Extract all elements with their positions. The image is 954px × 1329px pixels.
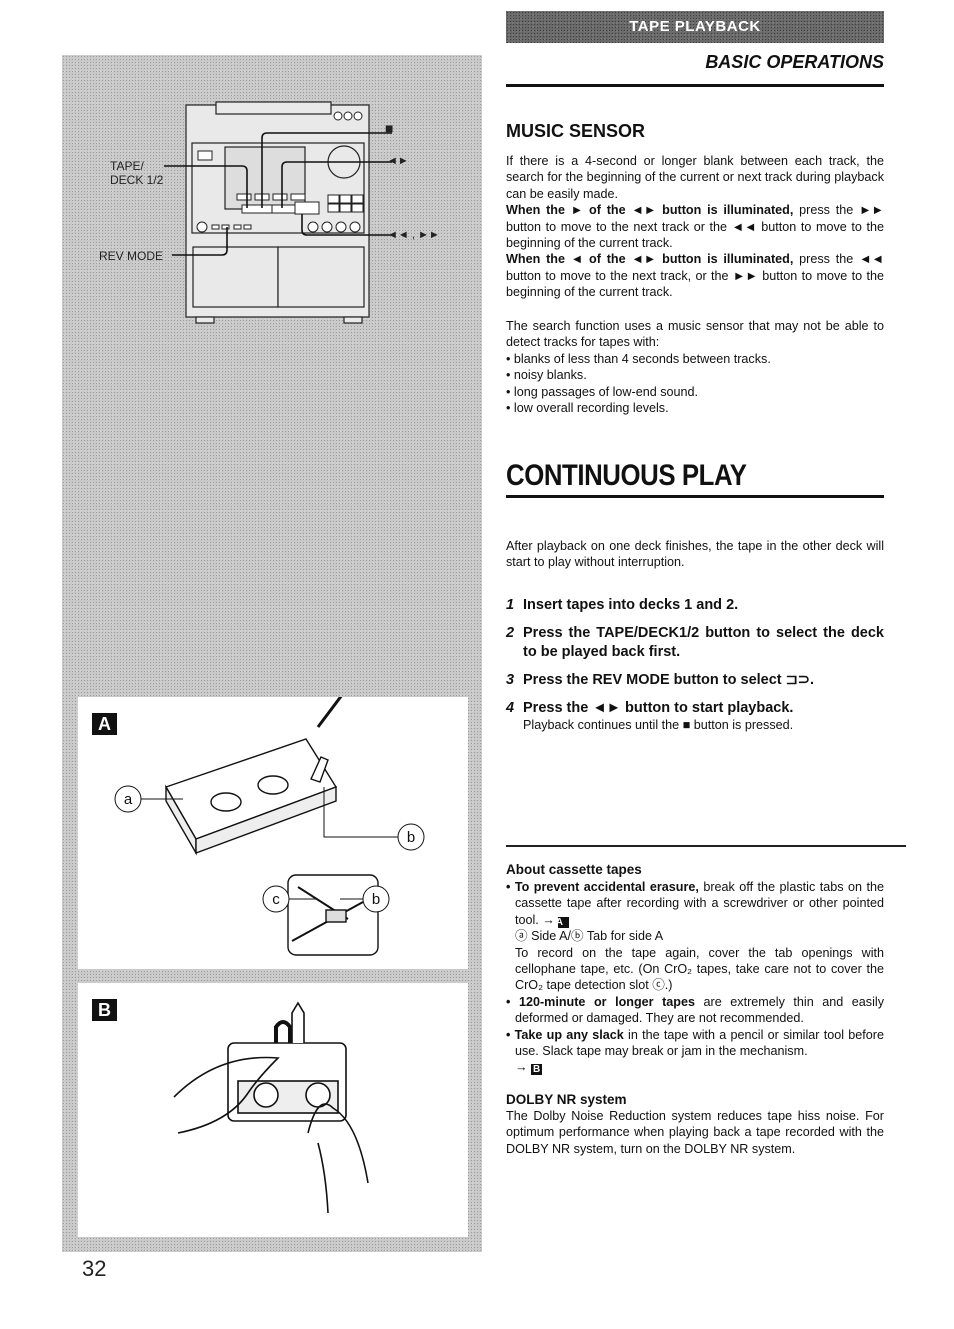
notes-divider — [506, 845, 906, 847]
page-number: 32 — [82, 1256, 107, 1281]
continuous-play-heading: CONTINUOUS PLAY — [506, 459, 747, 492]
tape-note-slack: • Take up any slack in the tape with a p… — [506, 1027, 884, 1060]
rev-mode-label: REV MODE — [99, 249, 164, 263]
erasure-bold: • To prevent accidental erasure, — [506, 880, 699, 894]
step-4-note: Playback continues until the ■ button is… — [523, 718, 794, 732]
continuous-play-rule — [506, 495, 884, 498]
step-text: Press the TAPE/DECK1/2 button to select … — [523, 625, 884, 660]
step-4: 4 Press the ◄► button to start playback. — [506, 699, 884, 718]
step-text: Press the REV MODE button to select ⊐⊃. — [523, 672, 814, 688]
illustration-column: TAPE/ DECK 1/2 REV MODE ■ ◄► ◄◄ , ►► A a… — [62, 55, 482, 1252]
figure-b-ref-line: → B — [506, 1059, 884, 1076]
section-subheader: BASIC OPERATIONS — [705, 52, 884, 72]
section-header-bar: TAPE PLAYBACK — [506, 11, 884, 43]
figure-a-ref: A — [556, 916, 570, 928]
pencil — [291, 1001, 305, 1043]
long-tape-bold: • 120-minute or longer tapes — [506, 994, 696, 1009]
limitation-item: • blanks of less than 4 seconds between … — [506, 351, 771, 366]
tape-note-erasure: • To prevent accidental erasure, break o… — [506, 879, 884, 928]
music-sensor-intro: If there is a 4-second or longer blank b… — [506, 154, 884, 201]
music-sensor-body: If there is a 4-second or longer blank b… — [506, 153, 884, 301]
limitation-item: • noisy blanks. — [506, 368, 587, 383]
step-number: 3 — [506, 672, 515, 688]
step-number: 1 — [506, 597, 515, 613]
arrow-icon: → — [515, 1060, 528, 1075]
tape-note-120min: • 120-minute or longer tapes are extreme… — [506, 994, 884, 1027]
slack-takeup-drawing — [173, 1001, 369, 1214]
step-1: 1 Insert tapes into decks 1 and 2. — [506, 596, 884, 615]
rew-ff-symbol-label: ◄◄ , ►► — [387, 229, 440, 241]
step-number: 4 — [506, 700, 515, 716]
step-number: 2 — [506, 625, 515, 641]
play-symbol-label: ◄► — [387, 155, 409, 167]
limitations-intro: The search function uses a music sensor … — [506, 319, 884, 350]
tab-legend: ⓐ Side A/ⓑ Tab for side A — [515, 929, 664, 944]
step-text: Insert tapes into decks 1 and 2. — [523, 597, 739, 613]
about-tapes-heading: About cassette tapes — [506, 862, 642, 877]
callout-c: c — [272, 891, 280, 908]
limitation-item: • long passages of low-end sound. — [506, 384, 699, 399]
header-rule — [506, 84, 884, 87]
figure-b-ref: B — [531, 1064, 543, 1076]
deck-1 — [192, 246, 279, 308]
re-record-note: To record on the tape again, cover the t… — [515, 945, 884, 993]
case-1-bold: When the ► of the ◄► button is illuminat… — [506, 203, 794, 218]
case-2-bold: When the ◄ of the ◄► button is illuminat… — [506, 252, 794, 267]
tape-deck-label-line2: DECK 1/2 — [110, 173, 164, 187]
figure-a-panel: A a b c b — [78, 697, 468, 969]
screwdriver — [316, 697, 343, 728]
figure-b-panel: B — [78, 983, 468, 1237]
step-2: 2 Press the TAPE/DECK1/2 button to selec… — [506, 624, 884, 662]
music-sensor-limitations: The search function uses a music sensor … — [506, 318, 884, 416]
callout-a: a — [124, 791, 133, 808]
slack-bold: • Take up any slack — [506, 1027, 624, 1042]
step-text: Press the ◄► button to start playback. — [523, 700, 794, 716]
stereo-device-figure: TAPE/ DECK 1/2 REV MODE ■ ◄► ◄◄ , ►► — [62, 55, 482, 335]
dolby-heading: DOLBY NR system — [506, 1092, 627, 1107]
deck-2 — [277, 246, 365, 308]
tape-deck-label: TAPE/ DECK 1/2 — [110, 159, 163, 187]
stereo-unit-drawing — [164, 101, 392, 324]
music-sensor-heading: MUSIC SENSOR — [506, 121, 646, 141]
callout-b-detail: b — [372, 891, 380, 908]
stop-symbol-label: ■ — [385, 120, 394, 136]
about-tapes-body: • To prevent accidental erasure, break o… — [506, 879, 884, 1076]
callout-b: b — [407, 829, 415, 846]
cassette-tab-drawing: a b c b — [114, 697, 425, 956]
tape-deck-label-line1: TAPE/ — [110, 159, 144, 173]
continuous-play-intro: After playback on one deck finishes, the… — [506, 539, 884, 570]
music-sensor-case-1: When the ► of the ◄► button is illuminat… — [506, 202, 884, 251]
limitation-item: • low overall recording levels. — [506, 401, 669, 416]
music-sensor-case-2: When the ◄ of the ◄► button is illuminat… — [506, 251, 884, 300]
step-3: 3 Press the REV MODE button to select ⊐⊃… — [506, 671, 884, 690]
dolby-body: The Dolby Noise Reduction system reduces… — [506, 1109, 884, 1156]
